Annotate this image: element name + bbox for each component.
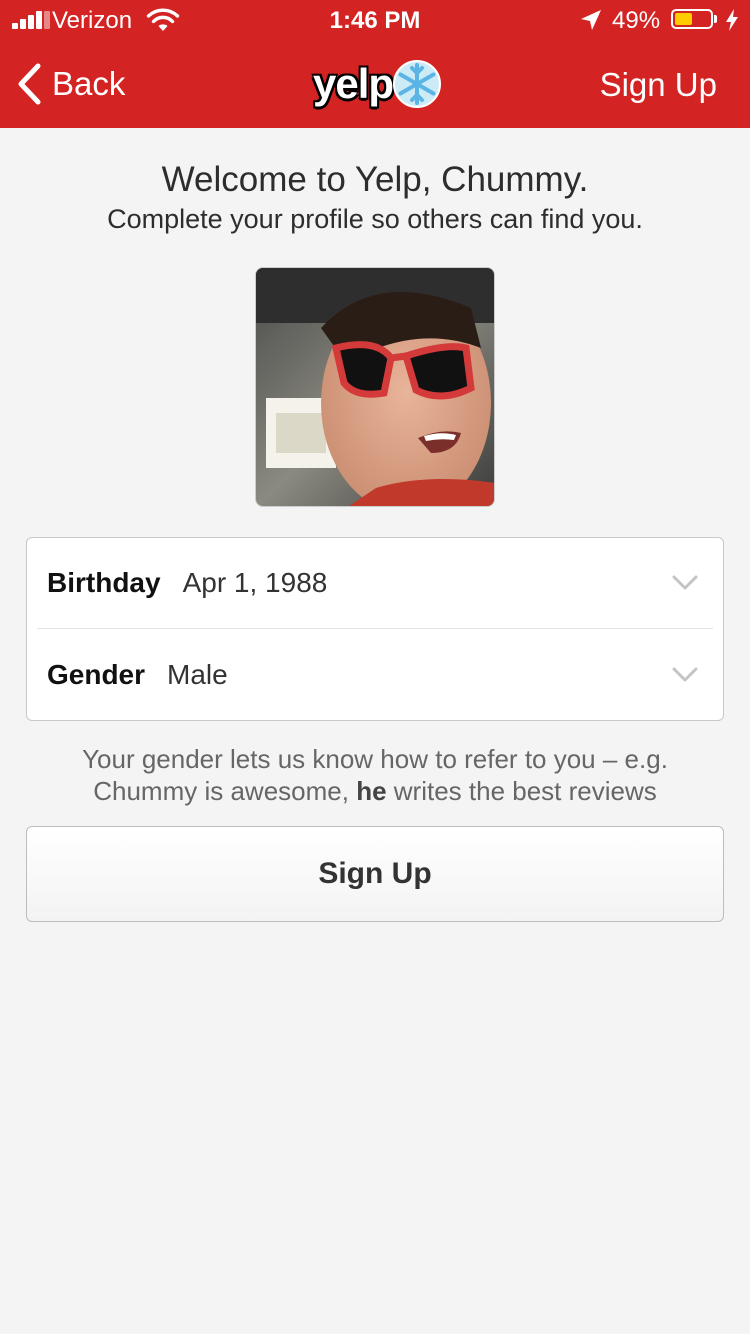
battery-icon (671, 9, 713, 29)
back-label: Back (52, 65, 126, 102)
chevron-down-icon (672, 667, 698, 682)
helper-line-1: Your gender lets us know how to refer to… (82, 744, 668, 774)
back-button[interactable]: Back (16, 62, 125, 106)
nav-signup-button[interactable]: Sign Up (600, 66, 717, 104)
welcome-subtitle: Complete your profile so others can find… (107, 204, 643, 234)
chevron-left-icon (18, 63, 41, 105)
charging-bolt-icon (726, 9, 738, 31)
helper-prefix: Chummy is awesome, (93, 776, 357, 806)
helper-pronoun: he (356, 776, 387, 806)
birthday-value: Apr 1, 1988 (182, 567, 328, 598)
snowflake-icon (393, 60, 442, 108)
signup-button[interactable]: Sign Up (26, 826, 724, 922)
gender-field[interactable]: Gender Male (27, 630, 723, 720)
profile-photo[interactable] (255, 267, 495, 507)
nav-bar: Verizon 1:46 PM 49% Back yelp Sign Up (0, 0, 750, 128)
helper-suffix: writes the best reviews (386, 776, 657, 806)
chevron-down-icon (672, 575, 698, 590)
logo-text: yelp (313, 60, 394, 107)
birthday-field[interactable]: Birthday Apr 1, 1988 (27, 538, 723, 628)
profile-form: Birthday Apr 1, 1988 Gender Male (26, 537, 724, 721)
status-bar: Verizon 1:46 PM 49% (0, 0, 750, 40)
battery-percent: 49% (612, 7, 661, 34)
yelp-logo: yelp (313, 60, 442, 108)
welcome-title: Welcome to Yelp, Chummy. (161, 160, 589, 199)
location-arrow-icon (581, 10, 601, 30)
gender-label: Gender (47, 659, 146, 690)
birthday-label: Birthday (47, 567, 161, 598)
form-divider (37, 628, 713, 629)
battery-tip (714, 15, 717, 23)
gender-value: Male (167, 659, 228, 690)
profile-photo-image (256, 268, 494, 506)
gender-helper-text: Your gender lets us know how to refer to… (0, 743, 750, 807)
helper-line-2: Chummy is awesome, he writes the best re… (0, 775, 750, 807)
